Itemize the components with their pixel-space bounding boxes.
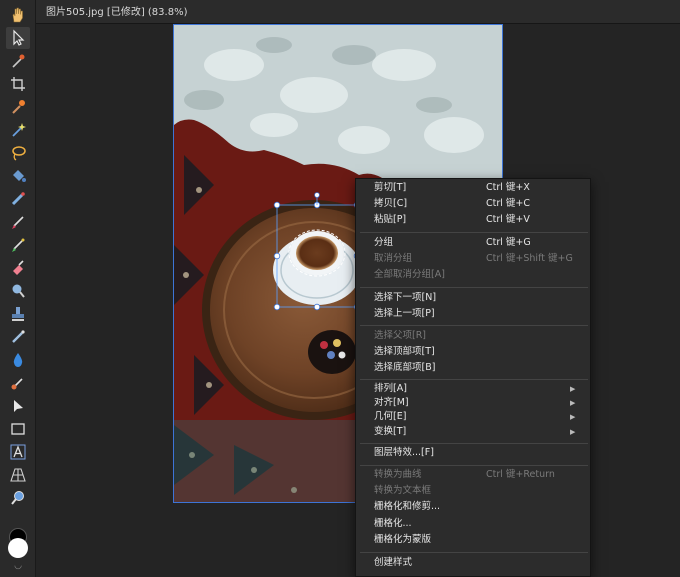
primary-color-swatch[interactable] <box>8 538 28 558</box>
menu-item-select-parent[interactable]: 选择父项[R] <box>356 328 590 344</box>
menu-separator <box>360 465 588 466</box>
menu-item-ungroup[interactable]: 取消分组 Ctrl 键+Shift 键+G <box>356 251 590 267</box>
submenu-arrow-icon: ▶ <box>570 413 576 421</box>
menu-item-create-style[interactable]: 创建样式 <box>356 555 590 571</box>
stamp-icon[interactable] <box>6 303 30 325</box>
rectangle-icon[interactable] <box>6 418 30 440</box>
menu-separator <box>360 287 588 288</box>
menu-separator <box>360 379 588 380</box>
menu-separator <box>360 232 588 233</box>
gradient-icon[interactable] <box>6 188 30 210</box>
menu-item-ungroup-all[interactable]: 全部取消分组[A] <box>356 267 590 283</box>
photo-editor-window: ◡ 图片505.jpg [已修改] (83.8%) 剪切[T] Ctrl 键+X… <box>0 0 680 577</box>
menu-item-select-previous[interactable]: 选择上一项[P] <box>356 306 590 322</box>
healing-icon[interactable] <box>6 326 30 348</box>
hand-icon[interactable] <box>6 4 30 26</box>
menu-item-select-bottom[interactable]: 选择底部项[B] <box>356 360 590 376</box>
menu-item-copy[interactable]: 拷贝[C] Ctrl 键+C <box>356 196 590 212</box>
crop-icon[interactable] <box>6 73 30 95</box>
lasso-icon[interactable] <box>6 142 30 164</box>
menu-item-paste[interactable]: 粘贴[P] Ctrl 键+V <box>356 212 590 228</box>
perspective-icon[interactable] <box>6 464 30 486</box>
menu-item-rasterise-and-trim[interactable]: 栅格化和修剪... <box>356 499 590 515</box>
bucket-icon[interactable] <box>6 165 30 187</box>
menu-item-rasterise[interactable]: 栅格化... <box>356 516 590 532</box>
submenu-arrow-icon: ▶ <box>570 428 576 436</box>
menu-item-cut[interactable]: 剪切[T] Ctrl 键+X <box>356 180 590 196</box>
menu-item-transform[interactable]: 变换[T] ▶ <box>356 424 590 440</box>
droplet-icon[interactable] <box>6 349 30 371</box>
mixer-brush-icon[interactable] <box>6 234 30 256</box>
smudge-icon[interactable] <box>6 372 30 394</box>
document-tab[interactable]: 图片505.jpg [已修改] (83.8%) <box>40 3 193 23</box>
menu-item-geometry[interactable]: 几何[E] ▶ <box>356 409 590 425</box>
menu-item-select-next[interactable]: 选择下一项[N] <box>356 290 590 306</box>
dodge-icon[interactable] <box>6 280 30 302</box>
menu-separator <box>360 443 588 444</box>
eraser-icon[interactable] <box>6 257 30 279</box>
text-icon[interactable] <box>6 441 30 463</box>
context-menu: 剪切[T] Ctrl 键+X 拷贝[C] Ctrl 键+C 粘贴[P] Ctrl 键+… <box>355 178 591 577</box>
menu-item-convert-to-text-frame[interactable]: 转换为文本框 <box>356 483 590 499</box>
menu-item-group[interactable]: 分组 Ctrl 键+G <box>356 235 590 251</box>
node-icon[interactable] <box>6 395 30 417</box>
swap-colors-icon[interactable]: ◡ <box>11 561 25 571</box>
document-tab-bar: 图片505.jpg [已修改] (83.8%) <box>36 0 680 24</box>
menu-item-convert-to-curves[interactable]: 转换为曲线 Ctrl 键+Return <box>356 467 590 483</box>
tools-panel: ◡ <box>0 0 36 577</box>
selection-brush-icon[interactable] <box>6 96 30 118</box>
magic-wand-icon[interactable] <box>6 119 30 141</box>
menu-separator <box>360 552 588 553</box>
brush-icon[interactable] <box>6 211 30 233</box>
menu-item-rasterise-to-mask[interactable]: 栅格化为蒙版 <box>356 532 590 548</box>
menu-item-layer-effects[interactable]: 图层特效...[F] <box>356 445 590 461</box>
zoom-icon[interactable] <box>6 487 30 509</box>
pointer-icon[interactable] <box>6 27 30 49</box>
menu-item-select-top[interactable]: 选择顶部项[T] <box>356 344 590 360</box>
eyedropper-icon[interactable] <box>6 50 30 72</box>
menu-separator <box>360 325 588 326</box>
